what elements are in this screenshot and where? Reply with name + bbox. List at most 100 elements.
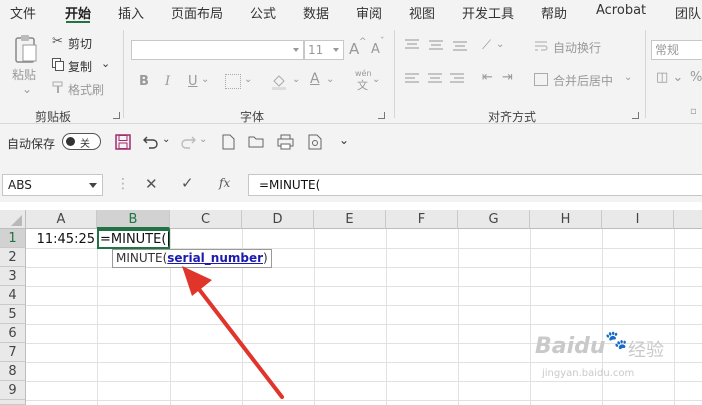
- save-icon[interactable]: [115, 134, 131, 150]
- border-dropdown-icon[interactable]: ⌄: [244, 74, 252, 85]
- name-box[interactable]: ABS: [2, 174, 103, 196]
- name-box-dropdown-icon: [89, 183, 97, 188]
- print-preview-icon[interactable]: [277, 134, 294, 150]
- underline-dropdown-icon[interactable]: ⌄: [201, 74, 209, 85]
- format-painter-button[interactable]: 格式刷: [68, 81, 104, 98]
- select-all-corner[interactable]: [0, 210, 26, 229]
- border-icon[interactable]: [225, 74, 241, 89]
- horizontal-align-icons[interactable]: [404, 72, 484, 86]
- number-launcher-icon[interactable]: ▫: [690, 106, 697, 117]
- column-header-f[interactable]: F: [386, 210, 458, 229]
- font-name-combo[interactable]: [131, 40, 304, 60]
- row-header-8[interactable]: 8: [0, 362, 26, 381]
- merge-dropdown-icon[interactable]: ⌄: [624, 72, 632, 83]
- font-color-dropdown-icon[interactable]: ⌄: [326, 74, 334, 85]
- gridline: [26, 400, 702, 401]
- row-header-7[interactable]: 7: [0, 343, 26, 362]
- percent-icon[interactable]: %: [690, 70, 702, 85]
- tab-file[interactable]: 文件: [10, 3, 36, 22]
- column-header-d[interactable]: D: [242, 210, 314, 229]
- row-header-3[interactable]: 3: [0, 267, 26, 286]
- font-launcher-icon[interactable]: [378, 112, 385, 119]
- currency-icon[interactable]: ◫ ⌄: [656, 70, 683, 85]
- cut-button[interactable]: 剪切: [68, 35, 92, 52]
- orientation-dropdown-icon[interactable]: ⌄: [496, 39, 504, 50]
- formula-input[interactable]: =MINUTE(: [248, 174, 702, 196]
- alignment-group-label: 对齐方式: [488, 110, 537, 124]
- fill-color-icon[interactable]: [270, 72, 288, 90]
- row-header-4[interactable]: 4: [0, 286, 26, 305]
- column-header-a[interactable]: A: [26, 210, 97, 229]
- font-size-combo[interactable]: 11: [304, 40, 344, 60]
- redo-icon[interactable]: [180, 134, 196, 150]
- undo-dropdown-icon[interactable]: ⌄: [162, 134, 170, 145]
- active-cell-b1[interactable]: =MINUTE(: [97, 229, 170, 249]
- autosave-toggle[interactable]: 关: [62, 133, 101, 150]
- underline-button[interactable]: U: [188, 74, 198, 89]
- paste-dropdown-icon[interactable]: ⌄: [22, 82, 32, 96]
- fill-dropdown-icon[interactable]: ⌄: [292, 74, 300, 85]
- bold-button[interactable]: B: [139, 74, 149, 89]
- vertical-align-icons[interactable]: [404, 38, 484, 52]
- paste-icon[interactable]: [14, 34, 38, 64]
- clipboard-launcher-icon[interactable]: [113, 112, 120, 119]
- tab-view[interactable]: 视图: [409, 3, 435, 22]
- gridline: [97, 229, 98, 405]
- column-header-e[interactable]: E: [314, 210, 386, 229]
- formula-bar-grip-icon[interactable]: ⋮: [116, 176, 130, 192]
- row-header-1[interactable]: 1: [0, 229, 26, 248]
- row-header-10[interactable]: [0, 400, 26, 405]
- orientation-icon[interactable]: ⟋: [482, 38, 491, 53]
- tab-team[interactable]: 团队: [675, 3, 701, 22]
- autosave-state: 关: [80, 139, 90, 150]
- tab-insert[interactable]: 插入: [118, 3, 144, 22]
- number-format-combo[interactable]: 常规: [651, 40, 702, 60]
- tab-developer[interactable]: 开发工具: [462, 3, 514, 22]
- column-header-b[interactable]: B: [97, 210, 170, 229]
- cancel-icon[interactable]: ✕: [145, 175, 158, 193]
- copy-dropdown-icon[interactable]: ⌄: [101, 57, 110, 70]
- watermark-sub: 经验: [628, 340, 664, 361]
- tab-data[interactable]: 数据: [303, 3, 329, 22]
- tooltip-function-name[interactable]: MINUTE(: [116, 251, 167, 265]
- italic-button[interactable]: I: [165, 74, 170, 89]
- row-header-9[interactable]: 9: [0, 381, 26, 400]
- tab-review[interactable]: 审阅: [356, 3, 382, 22]
- quick-print-icon[interactable]: [308, 134, 323, 150]
- insert-function-icon[interactable]: fx: [219, 176, 230, 190]
- alignment-launcher-icon[interactable]: [632, 112, 639, 119]
- column-header-next[interactable]: [674, 210, 702, 229]
- column-header-c[interactable]: C: [170, 210, 242, 229]
- customize-qat-icon[interactable]: ⌄: [339, 133, 349, 147]
- column-header-g[interactable]: G: [458, 210, 530, 229]
- tab-help[interactable]: 帮助: [541, 3, 567, 22]
- grow-font-icon[interactable]: A: [349, 40, 359, 58]
- column-header-i[interactable]: I: [602, 210, 674, 229]
- merge-center-button[interactable]: 合并后居中: [553, 72, 613, 89]
- enter-icon[interactable]: ✓: [181, 174, 194, 192]
- row-header-6[interactable]: 6: [0, 324, 26, 343]
- column-header-h[interactable]: H: [530, 210, 602, 229]
- redo-dropdown-icon[interactable]: ⌄: [199, 134, 207, 145]
- tab-page-layout[interactable]: 页面布局: [171, 3, 223, 22]
- undo-icon[interactable]: [143, 134, 159, 150]
- indent-decrease-icon[interactable]: ⇤: [482, 70, 493, 85]
- shrink-font-icon[interactable]: A: [371, 42, 380, 57]
- font-color-icon[interactable]: A: [310, 71, 320, 87]
- copy-button[interactable]: 复制: [68, 58, 92, 75]
- name-box-value: ABS: [8, 178, 32, 192]
- tab-formulas[interactable]: 公式: [250, 3, 276, 22]
- tab-home[interactable]: 开始: [65, 3, 91, 22]
- open-folder-icon[interactable]: [248, 135, 265, 149]
- wrap-text-button[interactable]: 自动换行: [553, 39, 601, 56]
- new-file-icon[interactable]: [222, 134, 235, 150]
- row-header-5[interactable]: 5: [0, 305, 26, 324]
- row-header-2[interactable]: 2: [0, 248, 26, 267]
- gridline: [26, 286, 702, 287]
- cell-a1[interactable]: 11:45:25: [26, 230, 95, 249]
- merge-center-icon: [534, 73, 548, 86]
- tab-acrobat[interactable]: Acrobat: [596, 3, 646, 18]
- paste-button[interactable]: 粘贴: [12, 66, 36, 83]
- phonetic-dropdown-icon[interactable]: ⌄: [372, 74, 380, 85]
- indent-increase-icon[interactable]: ⇥: [502, 70, 513, 85]
